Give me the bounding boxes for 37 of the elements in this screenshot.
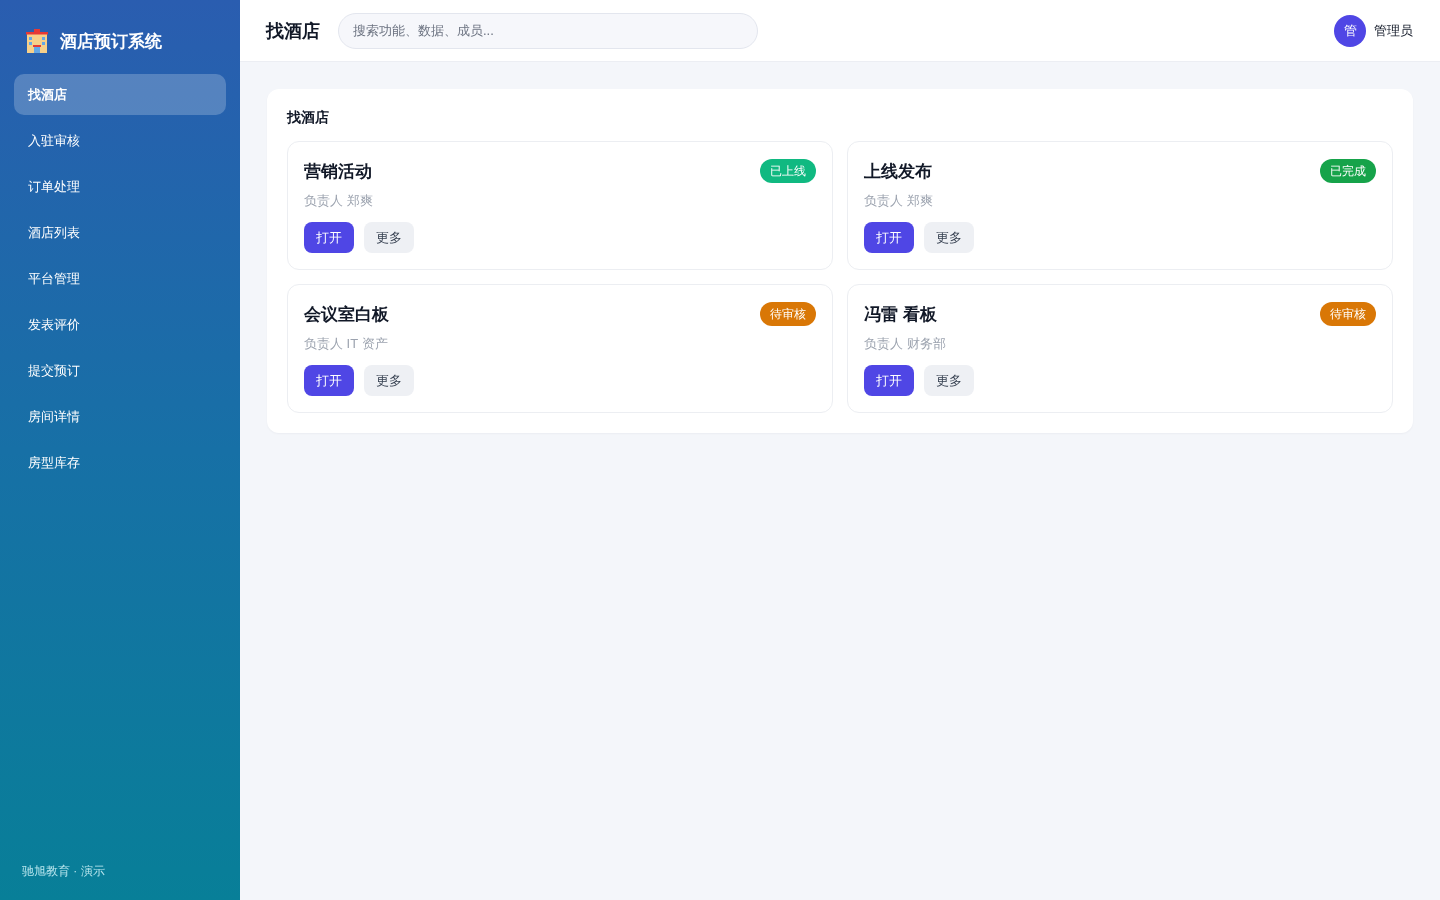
status-badge: 待审核 — [760, 302, 816, 326]
sidebar-item[interactable]: 平台管理 — [14, 258, 226, 299]
status-badge: 待审核 — [1320, 302, 1376, 326]
card-owner: 负责人 财务部 — [864, 335, 947, 353]
card-title: 会议室白板 — [304, 303, 389, 326]
sidebar-item[interactable]: 提交预订 — [14, 350, 226, 391]
sidebar-item[interactable]: 订单处理 — [14, 166, 226, 207]
card-title: 冯雷 看板 — [864, 303, 937, 326]
sidebar-item[interactable]: 酒店列表 — [14, 212, 226, 253]
user-avatar[interactable]: 管 — [1334, 14, 1366, 47]
open-button[interactable]: 打开 — [864, 365, 914, 396]
page-title: 找酒店 — [266, 19, 320, 43]
hotel-building-icon — [26, 29, 48, 53]
sidebar-item[interactable]: 发表评价 — [14, 304, 226, 345]
card-owner: 负责人 IT 资产 — [304, 335, 389, 353]
more-button[interactable]: 更多 — [924, 222, 974, 253]
open-button[interactable]: 打开 — [304, 365, 354, 396]
card-title: 营销活动 — [304, 160, 372, 183]
panel-title: 找酒店 — [287, 108, 330, 127]
brand-title: 酒店预订系统 — [60, 30, 162, 53]
sidebar-item[interactable]: 找酒店 — [14, 74, 226, 115]
user-name: 管理员 — [1374, 21, 1413, 40]
sidebar-item[interactable]: 入驻审核 — [14, 120, 226, 161]
more-button[interactable]: 更多 — [364, 365, 414, 396]
open-button[interactable]: 打开 — [304, 222, 354, 253]
card-owner: 负责人 郑爽 — [864, 192, 934, 210]
open-button[interactable]: 打开 — [864, 222, 914, 253]
status-badge: 已完成 — [1320, 159, 1376, 183]
sidebar-item[interactable]: 房间详情 — [14, 396, 226, 437]
card-title: 上线发布 — [864, 160, 932, 183]
search-field[interactable]: 搜索功能、数据、成员... — [338, 12, 758, 49]
sidebar-footer-text: 驰旭教育 · 演示 — [21, 863, 106, 880]
status-badge: 已上线 — [760, 159, 816, 183]
sidebar-item[interactable]: 房型库存 — [14, 442, 226, 483]
more-button[interactable]: 更多 — [924, 365, 974, 396]
more-button[interactable]: 更多 — [364, 222, 414, 253]
card-owner: 负责人 郑爽 — [304, 192, 374, 210]
